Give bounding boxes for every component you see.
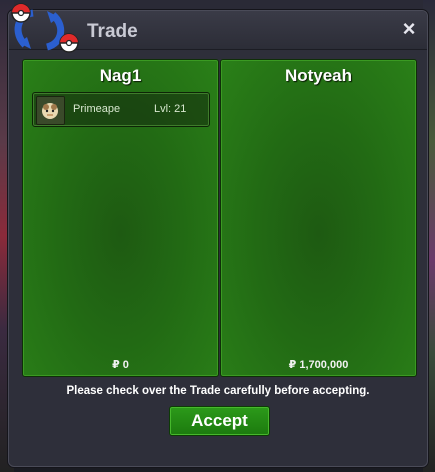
pokemon-name: Primeape (73, 103, 121, 115)
player-name-left: Nag1 (99, 66, 142, 85)
my-offer-panel: Nag1 Primeape Lvl: 21 ₽ 0 (22, 59, 219, 377)
close-icon[interactable]: × (399, 18, 419, 40)
trade-logo-icon (11, 3, 79, 53)
money-left: ₽ 0 (112, 359, 129, 371)
trade-notice: Please check over the Trade carefully be… (66, 385, 370, 397)
player-name-right: Notyeah (284, 66, 353, 85)
trade-window: Trade × Nag1 Primeape Lvl: 21 ₽ 0 Notyea… (8, 3, 428, 467)
their-offer-panel: Notyeah ₽ 1,700,000 (220, 59, 417, 377)
accept-button[interactable]: Accept (169, 406, 270, 436)
pokemon-level: Lvl: 21 (154, 103, 187, 115)
money-right: ₽ 1,700,000 (288, 359, 349, 371)
offered-pokemon-slot[interactable]: Primeape Lvl: 21 (32, 92, 210, 127)
primeape-icon (36, 96, 65, 125)
window-title: Trade (87, 21, 138, 42)
